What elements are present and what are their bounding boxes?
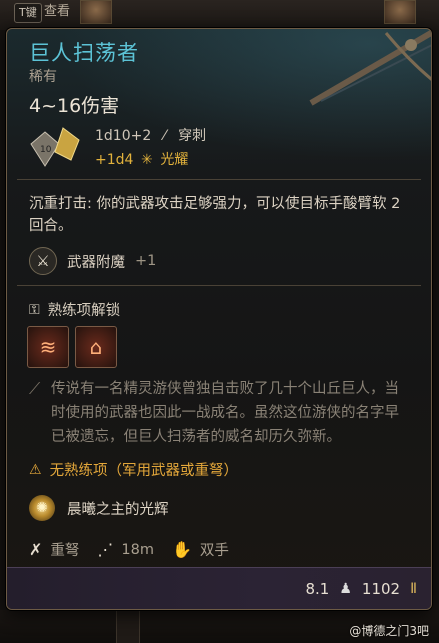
footer-values: 8.1 ♟ 1102 Ⅱ <box>306 580 418 598</box>
hotkey-badge: T键 <box>14 3 42 23</box>
range-prop: ⋰ 18m <box>97 540 154 559</box>
item-tooltip: 巨人扫荡者 稀有 4~16伤害 10 1d10+2 ⁄ 穿刺 +1d4 ✳ 光耀… <box>6 28 432 610</box>
handedness-label: 双手 <box>199 543 229 559</box>
weapon-type-prop: ✗ 重弩 <box>29 539 79 560</box>
pierce-icon: ⁄ <box>163 128 166 144</box>
look-label: 查看 <box>44 4 71 19</box>
weapon-action-slot[interactable]: ⌂ <box>75 326 117 368</box>
action-icon: ≋ <box>39 335 57 359</box>
damage-bonus: +1d4 ✳ 光耀 <box>95 149 188 169</box>
damage-primary-dice: 1d10+2 <box>95 128 152 144</box>
warning-icon: ⚠ <box>29 461 42 478</box>
passive-row: ✺ 晨曦之主的光辉 <box>29 495 169 521</box>
item-lore: 传说有一名精灵游侠曾独自击败了几十个山丘巨人，当时使用的武器也因此一战成名。虽然… <box>51 381 399 445</box>
weapon-art-icon <box>309 30 431 106</box>
weapon-properties: ✗ 重弩 ⋰ 18m ✋ 双手 <box>29 539 247 560</box>
range-label: 18m <box>121 541 154 558</box>
weapon-type-label: 重弩 <box>50 543 80 559</box>
enchantment-row: ⚔ 武器附魔 +1 <box>29 247 156 275</box>
damage-primary: 1d10+2 ⁄ 穿刺 <box>95 125 206 145</box>
dice-icon: 10 <box>30 127 80 167</box>
damage-primary-type: 穿刺 <box>178 128 207 144</box>
portrait-thumbnail[interactable] <box>80 0 112 24</box>
item-value: 1102 <box>361 580 401 598</box>
action-icon: ⌂ <box>89 335 103 359</box>
proficiency-unlock-header: ⚿ 熟练项解锁 <box>29 299 120 320</box>
radiant-icon: ✳ <box>141 152 153 168</box>
crossbow-icon: ✗ <box>29 540 43 559</box>
damage-bonus-type: 光耀 <box>160 152 189 168</box>
watermark: @博德之门3吧 <box>349 624 429 638</box>
tooltip-footer: 8.1 ♟ 1102 Ⅱ <box>7 567 431 609</box>
damage-bonus-dice: +1d4 <box>95 152 134 168</box>
item-title: 巨人扫荡者 <box>29 41 139 65</box>
enchant-value: +1 <box>135 253 157 269</box>
svg-text:10: 10 <box>40 145 52 155</box>
bottom-slot[interactable] <box>116 610 140 643</box>
hand-icon: ✋ <box>171 540 192 559</box>
passive-label: 晨曦之主的光辉 <box>67 501 169 518</box>
handedness-prop: ✋ 双手 <box>172 539 229 560</box>
unlock-icon: ⚿ <box>29 301 40 318</box>
enchant-icon: ⚔ <box>29 247 57 275</box>
item-rarity: 稀有 <box>29 69 57 85</box>
top-bar: T键 查看 <box>0 0 439 30</box>
range-icon: ⋰ <box>97 540 114 559</box>
damage-range: 4~16伤害 <box>29 95 120 117</box>
divider <box>17 285 421 286</box>
weapon-action-slot[interactable]: ≋ <box>27 326 69 368</box>
weight-icon: ♟ <box>339 581 352 597</box>
proficiency-warning: ⚠ 无熟练项（军用武器或重弩） <box>29 459 238 480</box>
item-description: 沉重打击: 你的武器攻击足够强力，可以使目标手酸臂软 2回合。 <box>29 196 401 234</box>
coin-icon: Ⅱ <box>410 581 417 597</box>
portrait-thumbnail[interactable] <box>384 0 416 24</box>
passive-sun-icon: ✺ <box>29 495 55 521</box>
warning-text: 无熟练项（军用武器或重弩） <box>49 463 239 479</box>
item-weight: 8.1 <box>305 580 330 598</box>
proficiency-unlock-label: 熟练项解锁 <box>47 303 121 319</box>
divider <box>17 179 421 180</box>
enchant-label: 武器附魔 <box>67 254 125 271</box>
lore-icon: ⟋ <box>29 379 41 398</box>
